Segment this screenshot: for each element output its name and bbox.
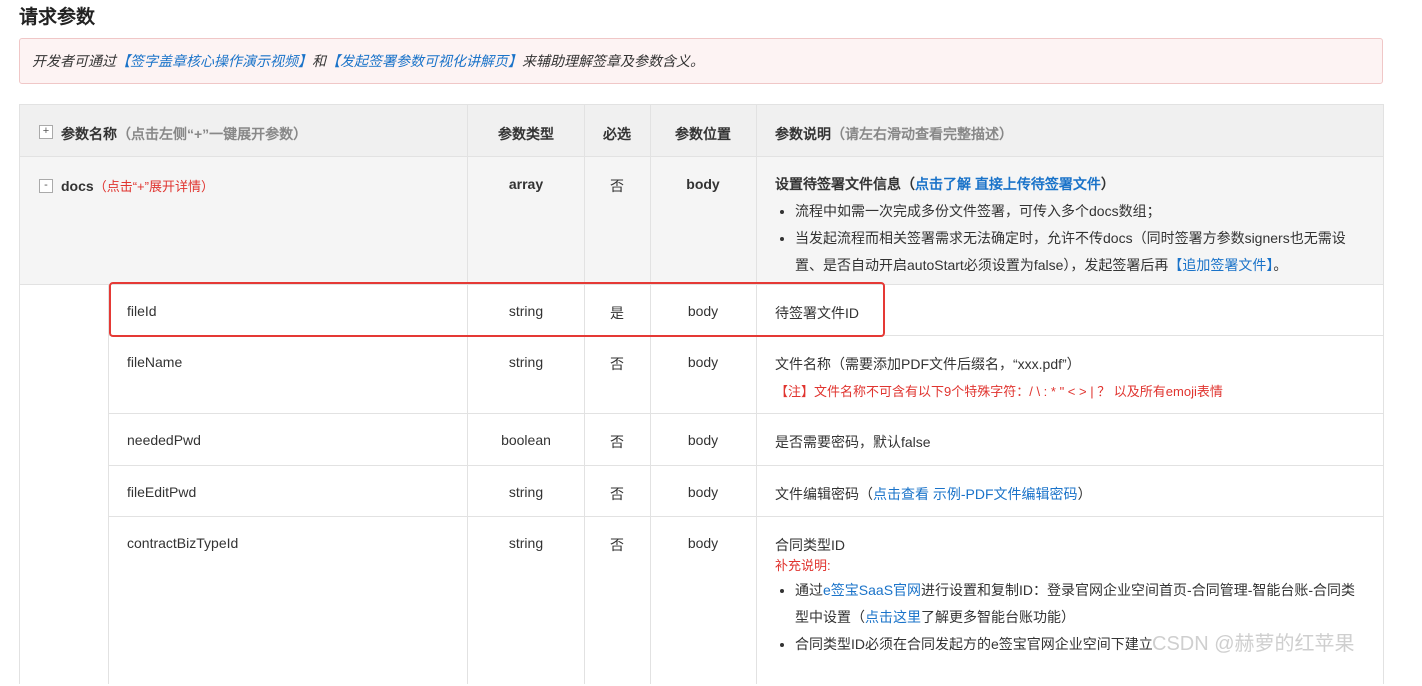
click-here-link[interactable]: 点击这里 xyxy=(865,609,921,625)
param-type: string xyxy=(508,484,544,500)
highlight-box xyxy=(109,282,885,337)
param-name: contractBizTypeId xyxy=(127,535,239,551)
table-header: + 参数名称（点击左侧“+”一键展开参数） 参数类型 必选 参数位置 参数说明（… xyxy=(19,104,1384,157)
grid-line xyxy=(19,104,20,684)
docs-desc: 设置待签署文件信息（点击了解 直接上传待签署文件） 流程中如需一次完成多份文件签… xyxy=(775,174,1365,279)
header-desc-hint: （请左右滑动查看完整描述） xyxy=(831,126,1013,142)
param-required: 否 xyxy=(610,356,624,372)
expand-all-icon[interactable]: + xyxy=(39,125,53,139)
grid-line xyxy=(108,465,1384,466)
notice-prefix: 开发者可通过 xyxy=(32,53,116,69)
param-desc: 文件名称（需要添加PDF文件后缀名，“xxx.pdf”） xyxy=(775,356,1081,372)
table-row: fileEditPwd string 否 body 文件编辑密码（点击查看 示例… xyxy=(19,465,1384,516)
param-position: body xyxy=(687,354,719,370)
param-required: 否 xyxy=(610,434,624,450)
notice-suffix: 来辅助理解签章及参数含义。 xyxy=(522,53,704,69)
param-required: 否 xyxy=(610,486,624,502)
grid-line xyxy=(584,104,585,684)
grid-line xyxy=(467,104,468,284)
docs-position: body xyxy=(686,176,720,192)
table-row: neededPwd boolean 否 body 是否需要密码，默认false xyxy=(19,413,1384,465)
header-required: 必选 xyxy=(603,126,631,142)
grid-line xyxy=(19,156,1384,157)
header-type: 参数类型 xyxy=(498,126,554,142)
collapse-icon[interactable]: - xyxy=(39,179,53,193)
grid-line xyxy=(650,104,651,684)
param-desc: 文件编辑密码（点击查看 示例-PDF文件编辑密码） xyxy=(775,486,1092,502)
docs-required: 否 xyxy=(610,178,624,194)
grid-line xyxy=(108,284,109,684)
pdf-password-example-link[interactable]: 点击查看 示例-PDF文件编辑密码 xyxy=(873,486,1078,502)
page-title: 请求参数 xyxy=(19,7,96,28)
docs-bullet-2: 当发起流程而相关签署需求无法确定时，允许不传docs（同时签署方参数signer… xyxy=(795,225,1365,279)
supplement-label: 补充说明: xyxy=(775,558,831,573)
contract-type-bullet-1: 通过e签宝SaaS官网进行设置和复制ID：登录官网企业空间首页-合同管理-智能台… xyxy=(795,577,1365,631)
grid-line xyxy=(467,284,468,684)
param-name: fileName xyxy=(127,354,183,370)
param-position: body xyxy=(687,484,719,500)
param-name: neededPwd xyxy=(127,432,201,448)
watermark: CSDN @赫萝的红苹果 xyxy=(1152,633,1355,655)
param-required: 否 xyxy=(610,537,624,553)
header-desc: 参数说明（请左右滑动查看完整描述） xyxy=(775,126,1013,142)
param-position: body xyxy=(687,432,719,448)
docs-type: array xyxy=(508,176,544,192)
grid-line xyxy=(108,413,1384,414)
demo-video-link[interactable]: 【签字盖章核心操作演示视频】 xyxy=(116,53,312,69)
table-row-docs: - docs（点击“+”展开详情） array 否 body 设置待签署文件信息… xyxy=(19,156,1384,284)
header-name-hint: （点击左侧“+”一键展开参数） xyxy=(117,126,308,142)
header-position: 参数位置 xyxy=(675,126,731,142)
docs-expand-hint[interactable]: （点击“+”展开详情） xyxy=(94,179,214,194)
docs-bullet-1: 流程中如需一次完成多份文件签署，可传入多个docs数组； xyxy=(795,198,1365,225)
info-notice: 开发者可通过【签字盖章核心操作演示视频】和【发起签署参数可视化讲解页】来辅助理解… xyxy=(19,38,1383,84)
filename-note: 【注】文件名称不可含有以下9个特殊字符：/ \ : * " < > | ？ 以及… xyxy=(775,384,1223,399)
grid-line xyxy=(108,516,1384,517)
params-table: + 参数名称（点击左侧“+”一键展开参数） 参数类型 必选 参数位置 参数说明（… xyxy=(19,104,1384,684)
param-name: fileEditPwd xyxy=(127,484,197,500)
upload-docs-link[interactable]: 点击了解 直接上传待签署文件 xyxy=(915,176,1101,192)
grid-line xyxy=(756,104,757,684)
table-row: contractBizTypeId string 否 body 合同类型ID 补… xyxy=(19,516,1384,686)
add-files-link[interactable]: 【追加签署文件】 xyxy=(1168,257,1273,273)
saas-site-link[interactable]: e签宝SaaS官网 xyxy=(823,582,921,598)
param-desc: 是否需要密码，默认false xyxy=(775,434,931,450)
param-type: string xyxy=(508,535,544,551)
visual-guide-link[interactable]: 【发起签署参数可视化讲解页】 xyxy=(326,53,522,69)
table-row: fileName string 否 body 文件名称（需要添加PDF文件后缀名… xyxy=(19,335,1384,413)
param-position: body xyxy=(687,535,719,551)
param-type: string xyxy=(508,354,544,370)
header-name: 参数名称（点击左侧“+”一键展开参数） xyxy=(61,126,308,142)
notice-mid: 和 xyxy=(312,53,326,69)
docs-name: docs xyxy=(61,178,94,194)
param-type: boolean xyxy=(501,432,551,448)
docs-name-cell: docs（点击“+”展开详情） xyxy=(61,176,214,195)
grid-line xyxy=(1383,104,1384,684)
